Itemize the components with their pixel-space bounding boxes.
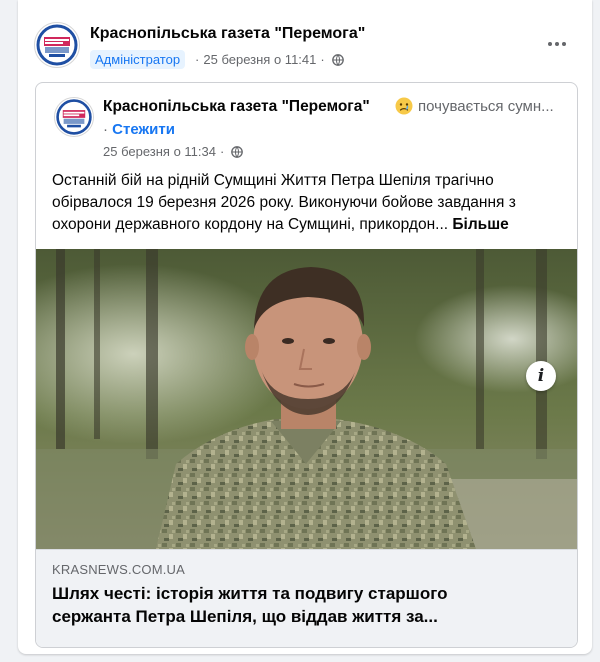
follow-row: · Стежити (103, 121, 175, 138)
shared-post-meta: 25 березня о 11:34 · (103, 144, 244, 159)
globe-icon[interactable] (331, 53, 344, 66)
see-more-link[interactable]: Більше (452, 216, 508, 233)
newspaper-logo-icon (55, 98, 93, 136)
follow-separator: · (103, 121, 108, 138)
more-options-icon[interactable] (542, 30, 572, 58)
globe-icon[interactable] (231, 145, 244, 158)
feeling-status: почувається сумн... (395, 97, 554, 115)
shared-post-timestamp[interactable]: 25 березня о 11:34 (103, 144, 216, 159)
post-meta: Адміністратор · 25 березня о 11:41 · (90, 50, 344, 69)
admin-badge: Адміністратор (90, 50, 186, 69)
meta-separator: · (219, 144, 225, 159)
link-domain: KRASNEWS.COM.UA (52, 562, 186, 577)
post-body-text: Останній бій на рідній Сумщині Життя Пет… (52, 170, 564, 236)
post-text-line: Останній бій на рідній Сумщині Життя Пет… (52, 172, 494, 189)
soldier-portrait-image (36, 249, 577, 549)
post-text-line: обірвалося 19 березня 2026 року. Виконую… (52, 194, 516, 211)
link-preview[interactable]: KRASNEWS.COM.UA Шлях честі: історія житт… (36, 549, 577, 647)
newspaper-logo-icon (35, 23, 79, 67)
meta-separator: · (320, 52, 325, 67)
post-text-line: охорони державного кордону на Сумщині, п… (52, 214, 564, 236)
shared-page-avatar[interactable] (54, 97, 94, 137)
link-title[interactable]: Шлях честі: історія життя та подвигу ста… (52, 582, 562, 628)
link-title-line: сержанта Петра Шепіля, що віддав життя з… (52, 607, 438, 626)
shared-page-name-link[interactable]: Краснопільська газета "Перемога" (103, 98, 370, 116)
feeling-text: почувається сумн... (418, 97, 554, 115)
shared-post: Краснопільська газета "Перемога" почуває… (35, 82, 578, 648)
post-text-truncated: охорони державного кордону на Сумщині, п… (52, 216, 449, 233)
post-photo[interactable] (36, 249, 577, 549)
post-card: Краснопільська газета "Перемога" Адмініс… (18, 0, 592, 654)
meta-separator: · (195, 52, 200, 67)
page-name-link[interactable]: Краснопільська газета "Перемога" (90, 25, 365, 43)
post-timestamp[interactable]: 25 березня о 11:41 (203, 52, 316, 67)
link-title-line: Шлях честі: історія життя та подвигу ста… (52, 584, 448, 603)
page-avatar[interactable] (34, 22, 80, 68)
follow-button[interactable]: Стежити (112, 121, 175, 138)
info-icon[interactable]: i (526, 361, 556, 391)
sad-face-emoji-icon (395, 97, 413, 115)
